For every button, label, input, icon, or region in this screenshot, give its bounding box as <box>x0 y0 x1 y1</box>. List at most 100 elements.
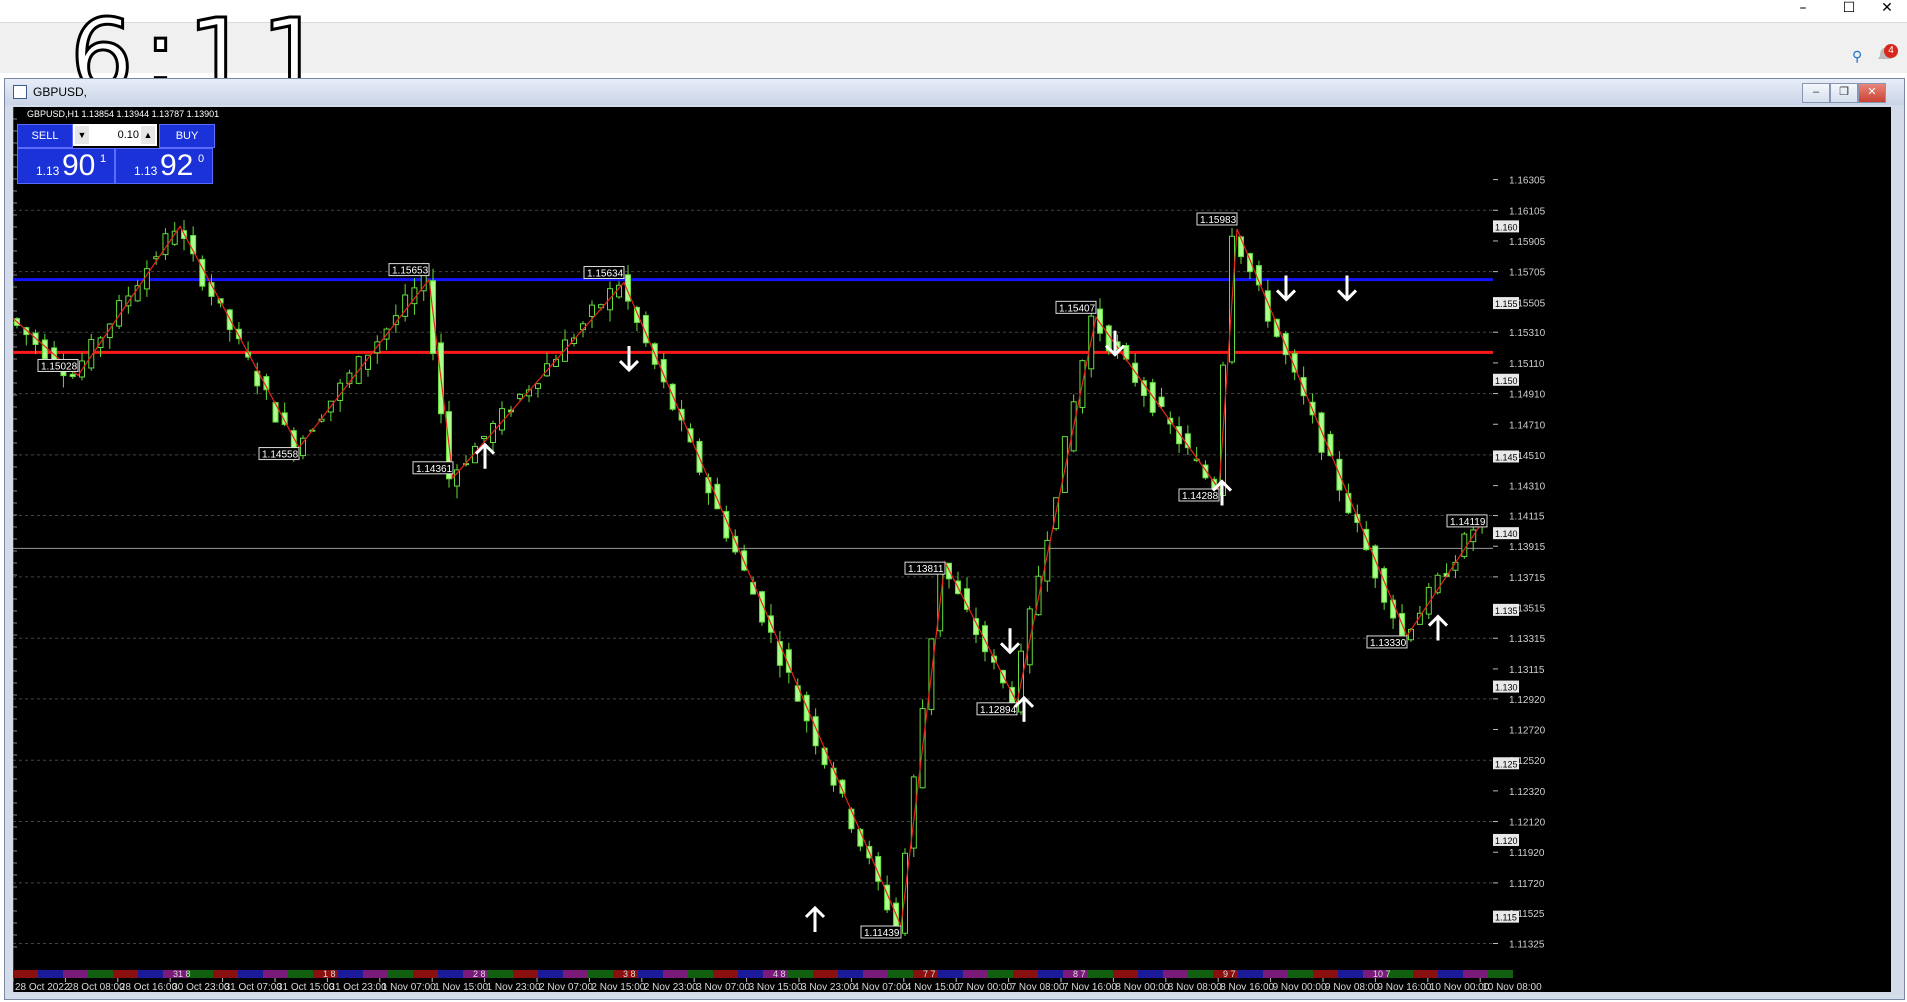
candle-body <box>517 393 523 400</box>
time-axis-label: 7 Nov 16:00 <box>1063 982 1117 992</box>
session-strip-cell <box>1438 970 1463 978</box>
price-axis-label: 1.13315 <box>1509 634 1546 645</box>
session-strip-cell <box>138 970 163 978</box>
candle-body <box>235 328 242 340</box>
time-axis-label: 1 Nov 15:00 <box>434 982 488 992</box>
session-label: 3 8 <box>623 969 636 979</box>
session-strip-cell <box>1463 970 1488 978</box>
session-strip-cell <box>688 970 713 978</box>
chart-restore-button[interactable]: ❐ <box>1830 83 1858 103</box>
time-axis-label: 31 Oct 23:00 <box>329 982 387 992</box>
chart-window-title: GBPUSD, <box>33 85 88 99</box>
sell-price-button[interactable]: 1.13 90 1 <box>17 148 115 184</box>
alerts-icon[interactable]: 4 <box>1876 44 1898 64</box>
session-strip-cell <box>1163 970 1188 978</box>
price-tag-label: 1.150 <box>1495 376 1518 386</box>
lot-size-value: 0.10 <box>117 129 139 141</box>
zigzag-line <box>13 225 1488 929</box>
price-tag-label: 1.135 <box>1495 606 1518 616</box>
session-strip-cell <box>813 970 838 978</box>
session-strip-cell <box>1188 970 1213 978</box>
zigzag-label: 1.15028 <box>41 361 78 372</box>
close-button[interactable]: ✕ <box>1864 0 1907 22</box>
candle-body <box>750 581 757 595</box>
zigzag-label: 1.15407 <box>1059 303 1096 314</box>
time-axis-label: 31 Oct 07:00 <box>225 982 283 992</box>
chart-window-icon <box>13 85 27 99</box>
time-axis-label: 10 Nov 00:00 <box>1430 982 1490 992</box>
time-axis-label: 8 Nov 00:00 <box>1115 982 1169 992</box>
session-label: 1 8 <box>323 969 336 979</box>
chart-close-button[interactable]: ✕ <box>1858 83 1886 103</box>
time-axis-label: 9 Nov 08:00 <box>1325 982 1379 992</box>
session-strip-cell <box>863 970 888 978</box>
price-axis-label: 1.12320 <box>1509 787 1546 798</box>
price-tag-label: 1.145 <box>1495 452 1518 462</box>
price-axis-label: 1.14115 <box>1509 512 1545 523</box>
session-strip-cell <box>838 970 863 978</box>
session-strip-cell <box>1413 970 1438 978</box>
session-strip-cell <box>1263 970 1288 978</box>
down-arrow-icon <box>618 346 640 373</box>
candle-body <box>1026 608 1033 666</box>
price-tag-label: 1.130 <box>1495 683 1518 693</box>
candle-body <box>41 339 48 360</box>
buy-price-prefix: 1.13 <box>134 164 158 178</box>
sell-price-prefix: 1.13 <box>36 164 60 178</box>
session-strip-cell <box>263 970 288 978</box>
price-tag-label: 1.125 <box>1495 759 1518 769</box>
session-strip-cell <box>663 970 688 978</box>
zigzag-label: 1.13811 <box>908 564 944 575</box>
time-axis-label: 3 Nov 07:00 <box>696 982 750 992</box>
session-strip-cell <box>713 970 738 978</box>
lot-size-field[interactable]: ▼ 0.10 ▲ <box>73 124 157 146</box>
session-strip-cell <box>38 970 63 978</box>
price-tag-label: 1.115 <box>1495 913 1517 923</box>
candle-body <box>794 685 801 702</box>
candle-body <box>1158 396 1165 408</box>
candle-body <box>1372 545 1379 579</box>
price-chart[interactable]: 1.16305 1.16105 1.15905 1.15705 1.15505 1.153… <box>13 107 1891 992</box>
price-tag-label: 1.155 <box>1495 299 1518 309</box>
time-axis-label: 3 Nov 23:00 <box>801 982 855 992</box>
chart-canvas[interactable]: 1.163051.161051.159051.157051.155051.153… <box>13 107 1891 992</box>
sell-button[interactable]: SELL <box>17 124 73 148</box>
time-axis-label: 4 Nov 07:00 <box>853 982 907 992</box>
session-strip-cell <box>1288 970 1313 978</box>
price-tag-label: 1.120 <box>1495 836 1518 846</box>
buy-price-button[interactable]: 1.13 92 0 <box>115 148 213 184</box>
session-strip-cell <box>388 970 413 978</box>
lot-decrease-icon[interactable]: ▼ <box>75 126 89 144</box>
session-strip-cell <box>963 970 988 978</box>
price-axis-label: 1.12120 <box>1509 818 1546 829</box>
candle-body <box>982 625 988 653</box>
chart-minimize-button[interactable]: – <box>1802 83 1830 103</box>
chart-window-titlebar: GBPUSD, – ❐ ✕ <box>5 79 1904 105</box>
session-strip-cell <box>788 970 813 978</box>
session-label: 31 8 <box>173 969 191 979</box>
time-axis-label: 8 Nov 08:00 <box>1168 982 1222 992</box>
session-strip-cell <box>513 970 538 978</box>
time-axis-label: 7 Nov 08:00 <box>1011 982 1065 992</box>
session-label: 10 7 <box>1373 969 1391 979</box>
session-label: 2 8 <box>473 969 486 979</box>
lot-increase-icon[interactable]: ▲ <box>141 126 155 144</box>
zigzag-label: 1.15634 <box>587 269 624 280</box>
candle-body <box>272 402 279 423</box>
session-strip-cell <box>1138 970 1163 978</box>
time-axis-label: 28 Oct 08:00 <box>67 982 125 992</box>
price-axis-label: 1.11720 <box>1509 879 1545 890</box>
session-strip-cell <box>538 970 563 978</box>
search-icon[interactable]: ⚲ <box>1852 48 1868 64</box>
session-strip-cell <box>338 970 363 978</box>
session-strip-cell <box>63 970 88 978</box>
session-strip-cell <box>213 970 238 978</box>
session-strip-cell <box>13 970 38 978</box>
buy-button[interactable]: BUY <box>159 124 215 148</box>
candle-body <box>365 354 371 370</box>
alerts-count-badge: 4 <box>1884 44 1898 58</box>
time-axis-label: 10 Nov 08:00 <box>1482 982 1542 992</box>
minimize-button[interactable]: – <box>1780 0 1826 22</box>
session-strip-cell <box>1488 970 1513 978</box>
zigzag-label: 1.11439 <box>864 928 900 939</box>
